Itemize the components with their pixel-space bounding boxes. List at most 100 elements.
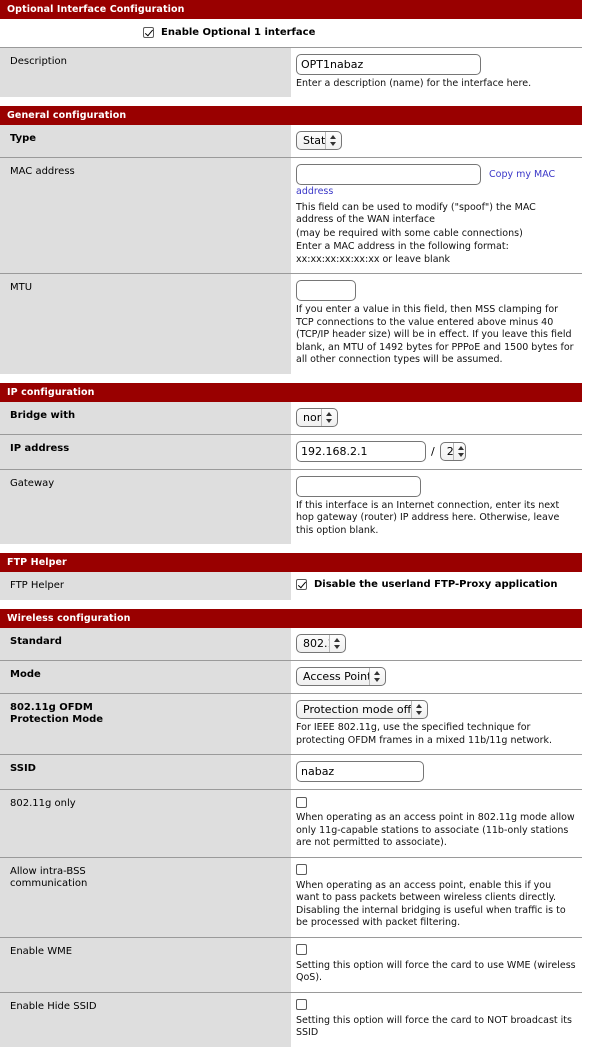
intra-bss-label-line1: Allow intra-BSS xyxy=(10,865,86,877)
row-type: Type Static xyxy=(0,125,582,158)
chevron-updown-icon xyxy=(369,668,385,685)
section-gap xyxy=(0,544,582,553)
g-only-checkbox[interactable] xyxy=(296,796,307,808)
protection-mode-select[interactable]: Protection mode off xyxy=(296,700,428,719)
section-optional-interface: Optional Interface Configuration Enable … xyxy=(0,0,582,97)
section-header-ftp-helper: FTP Helper xyxy=(0,553,582,572)
ssid-label: SSID xyxy=(0,754,291,790)
section-header-row: IP configuration xyxy=(0,382,582,402)
mac-address-label: MAC address xyxy=(0,157,291,274)
mode-select-value: Access Point xyxy=(303,670,369,683)
section-gap xyxy=(0,600,582,609)
ip-address-label: IP address xyxy=(0,433,291,469)
enable-interface-control[interactable]: Enable Optional 1 interface xyxy=(5,27,582,39)
standard-label: Standard xyxy=(0,628,291,661)
row-hide-ssid: Enable Hide SSID Setting this option wil… xyxy=(0,991,582,1047)
mtu-label: MTU xyxy=(0,273,291,374)
mac-address-input[interactable] xyxy=(296,164,481,185)
section-header-general: General configuration xyxy=(0,106,582,125)
mtu-help: If you enter a value in this field, then… xyxy=(296,304,574,365)
chevron-updown-icon xyxy=(329,635,345,652)
chevron-updown-icon xyxy=(321,408,337,426)
bridge-with-select[interactable]: none xyxy=(296,407,338,427)
interface-configuration-page: Optional Interface Configuration Enable … xyxy=(0,0,582,1047)
protection-mode-select-value: Protection mode off xyxy=(303,703,411,716)
section-general-configuration: General configuration Type Static MAC ad… xyxy=(0,106,582,374)
protection-mode-label-line1: 802.11g OFDM xyxy=(10,702,93,713)
description-label: Description xyxy=(0,46,291,97)
protection-mode-help: For IEEE 802.11g, use the specified tech… xyxy=(296,722,553,746)
intra-bss-checkbox[interactable] xyxy=(296,864,307,875)
row-intra-bss: Allow intra-BSS communication When opera… xyxy=(0,856,582,937)
section-header-ip-configuration: IP configuration xyxy=(0,382,582,402)
hide-ssid-label: Enable Hide SSID xyxy=(0,991,291,1047)
ip-prefix-select-value: 24 xyxy=(446,444,453,458)
ssid-input[interactable] xyxy=(296,761,424,782)
mac-address-help-line2: (may be required with some cable connect… xyxy=(296,227,523,239)
row-mode: Mode Access Point xyxy=(0,660,582,694)
type-select[interactable]: Static xyxy=(296,131,342,150)
ftp-helper-label: FTP Helper xyxy=(0,572,291,600)
section-gap xyxy=(0,97,582,106)
ip-prefix-select[interactable]: 24 xyxy=(439,441,469,461)
type-select-value: Static xyxy=(303,134,325,147)
row-gateway: Gateway If this interface is an Internet… xyxy=(0,468,582,544)
row-ftp-helper: FTP Helper Disable the userland FTP-Prox… xyxy=(0,572,582,600)
bridge-with-label: Bridge with xyxy=(0,401,291,434)
description-input[interactable] xyxy=(296,53,481,75)
gateway-help: If this interface is an Internet connect… xyxy=(296,499,560,536)
intra-bss-help: When operating as an access point, enabl… xyxy=(296,879,566,929)
row-bridge-with: Bridge with none xyxy=(0,401,582,434)
protection-mode-label-line2: Protection Mode xyxy=(10,714,104,725)
type-label: Type xyxy=(0,125,291,158)
section-header-row: Optional Interface Configuration xyxy=(0,0,582,19)
hide-ssid-checkbox[interactable] xyxy=(296,999,307,1010)
enable-interface-checkbox[interactable] xyxy=(143,27,154,38)
section-ftp-helper: FTP Helper FTP Helper Disable the userla… xyxy=(0,553,582,600)
section-header-optional-interface: Optional Interface Configuration xyxy=(0,0,582,19)
row-protection-mode: 802.11g OFDM Protection Mode Protection … xyxy=(0,693,582,755)
section-header-row: Wireless configuration xyxy=(0,609,582,628)
g-only-label: 802.11g only xyxy=(0,789,291,857)
g-only-help: When operating as an access point in 802… xyxy=(296,812,575,848)
gateway-label: Gateway xyxy=(0,468,291,544)
row-mac-address: MAC address Copy my MAC address This fie… xyxy=(0,157,582,274)
section-ip-configuration: IP configuration Bridge with none IP add… xyxy=(0,382,582,544)
gateway-input[interactable] xyxy=(296,475,421,497)
section-header-row: FTP Helper xyxy=(0,553,582,572)
row-802-11g-only: 802.11g only When operating as an access… xyxy=(0,789,582,857)
row-description: Description Enter a description (name) f… xyxy=(0,46,582,97)
ftp-helper-checkbox[interactable] xyxy=(296,579,307,590)
row-standard: Standard 802.11b xyxy=(0,628,582,661)
mode-label: Mode xyxy=(0,660,291,694)
mode-select[interactable]: Access Point xyxy=(296,667,386,686)
section-header-row: General configuration xyxy=(0,106,582,125)
enable-wme-help: Setting this option will force the card … xyxy=(296,959,576,984)
standard-select[interactable]: 802.11b xyxy=(296,634,346,653)
enable-wme-label: Enable WME xyxy=(0,936,291,992)
ip-prefix-separator: / xyxy=(431,444,435,458)
row-mtu: MTU If you enter a value in this field, … xyxy=(0,273,582,374)
bridge-with-select-value: none xyxy=(303,410,321,424)
row-enable-interface: Enable Optional 1 interface xyxy=(0,19,582,47)
description-help: Enter a description (name) for the inter… xyxy=(296,77,532,89)
enable-interface-label: Enable Optional 1 interface xyxy=(161,27,316,38)
enable-wme-checkbox[interactable] xyxy=(296,944,307,955)
chevron-updown-icon xyxy=(411,701,427,718)
row-ip-address: IP address / 24 xyxy=(0,433,582,469)
ftp-helper-checkbox-label: Disable the userland FTP-Proxy applicati… xyxy=(314,579,558,590)
ip-address-input[interactable] xyxy=(296,440,426,462)
section-wireless-configuration: Wireless configuration Standard 802.11b … xyxy=(0,609,582,1047)
section-gap xyxy=(0,373,582,383)
standard-select-value: 802.11b xyxy=(303,637,329,650)
mtu-input[interactable] xyxy=(296,280,356,301)
intra-bss-label-line2: communication xyxy=(10,877,88,889)
mac-address-help-line1: This field can be used to modify ("spoof… xyxy=(296,201,536,226)
hide-ssid-help: Setting this option will force the card … xyxy=(296,1014,572,1039)
section-header-wireless: Wireless configuration xyxy=(0,609,582,628)
chevron-updown-icon xyxy=(325,132,341,149)
row-enable-wme: Enable WME Setting this option will forc… xyxy=(0,936,582,992)
chevron-updown-icon xyxy=(452,442,469,460)
row-ssid: SSID xyxy=(0,754,582,790)
mac-address-help-line3: Enter a MAC address in the following for… xyxy=(296,241,509,265)
